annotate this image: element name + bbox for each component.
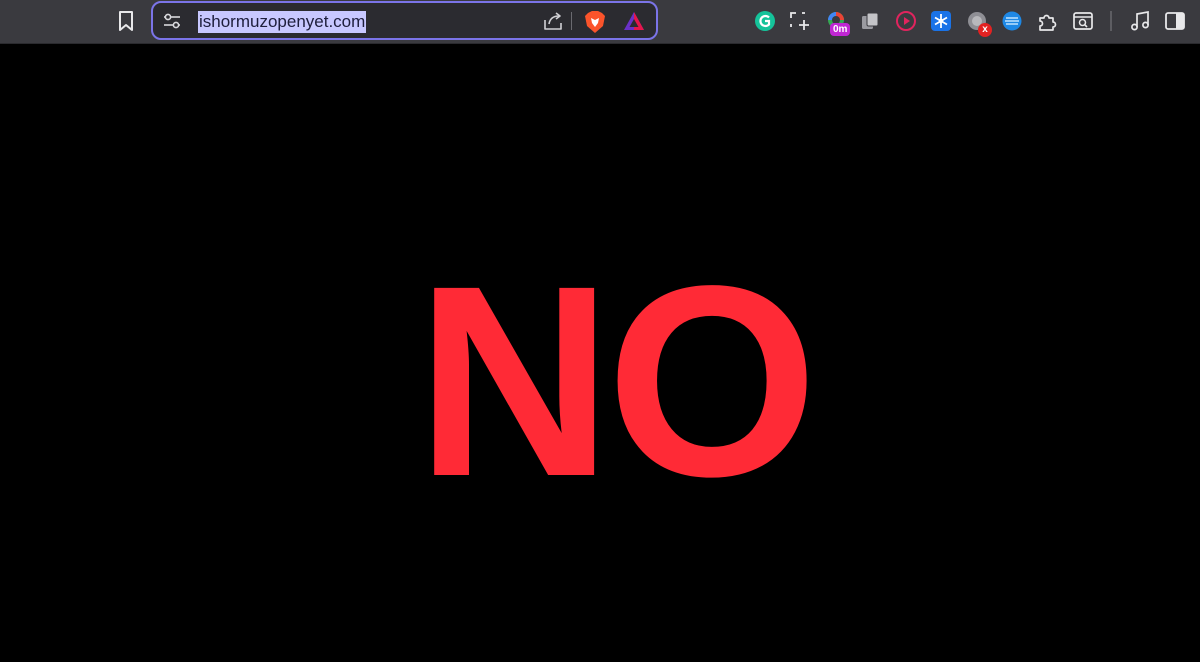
disabled-extension[interactable]: x — [962, 6, 992, 37]
screenshot-icon — [790, 12, 809, 30]
media-extension[interactable] — [891, 6, 921, 36]
vpn-extension[interactable] — [997, 6, 1027, 36]
site-settings-icon[interactable] — [162, 11, 182, 31]
copy-extension-icon — [862, 12, 879, 29]
sidebar-toggle-button[interactable] — [1160, 6, 1190, 36]
brave-rewards-icon[interactable] — [623, 11, 645, 31]
snowflake-extension-icon — [931, 11, 951, 31]
tab-search-button[interactable] — [1068, 6, 1098, 36]
grammarly-icon — [755, 11, 775, 31]
headline: NO — [416, 229, 818, 533]
media-controls-button[interactable] — [1125, 6, 1155, 36]
brave-shields-icon[interactable] — [584, 10, 606, 34]
media-extension-icon — [896, 11, 916, 31]
copy-extension[interactable] — [855, 6, 885, 36]
bookmark-button[interactable] — [111, 6, 141, 36]
omnibox-divider — [571, 12, 572, 30]
page-content: NO — [0, 44, 1200, 662]
sidebar-toggle-icon — [1165, 12, 1185, 30]
timer-badge: 0m — [830, 23, 851, 36]
url-text[interactable]: ishormuzopenyet.com — [198, 11, 367, 33]
toolbar-divider — [1110, 11, 1112, 31]
share-icon[interactable] — [542, 10, 564, 32]
snowflake-extension[interactable] — [926, 6, 956, 36]
timer-extension[interactable]: 0m — [821, 6, 851, 36]
bookmark-icon — [119, 11, 133, 31]
media-controls-icon — [1131, 10, 1149, 31]
screenshot-extension[interactable] — [784, 6, 814, 36]
tab-search-icon — [1073, 12, 1093, 30]
error-badge: x — [978, 23, 992, 37]
vpn-extension-icon — [1002, 11, 1022, 31]
extensions-button[interactable] — [1032, 6, 1062, 36]
grammarly-extension[interactable] — [750, 6, 780, 36]
extensions-puzzle-icon — [1039, 14, 1057, 31]
address-bar[interactable]: ishormuzopenyet.com — [151, 1, 658, 40]
browser-toolbar: ishormuzopenyet.com 0m x — [0, 0, 1200, 44]
